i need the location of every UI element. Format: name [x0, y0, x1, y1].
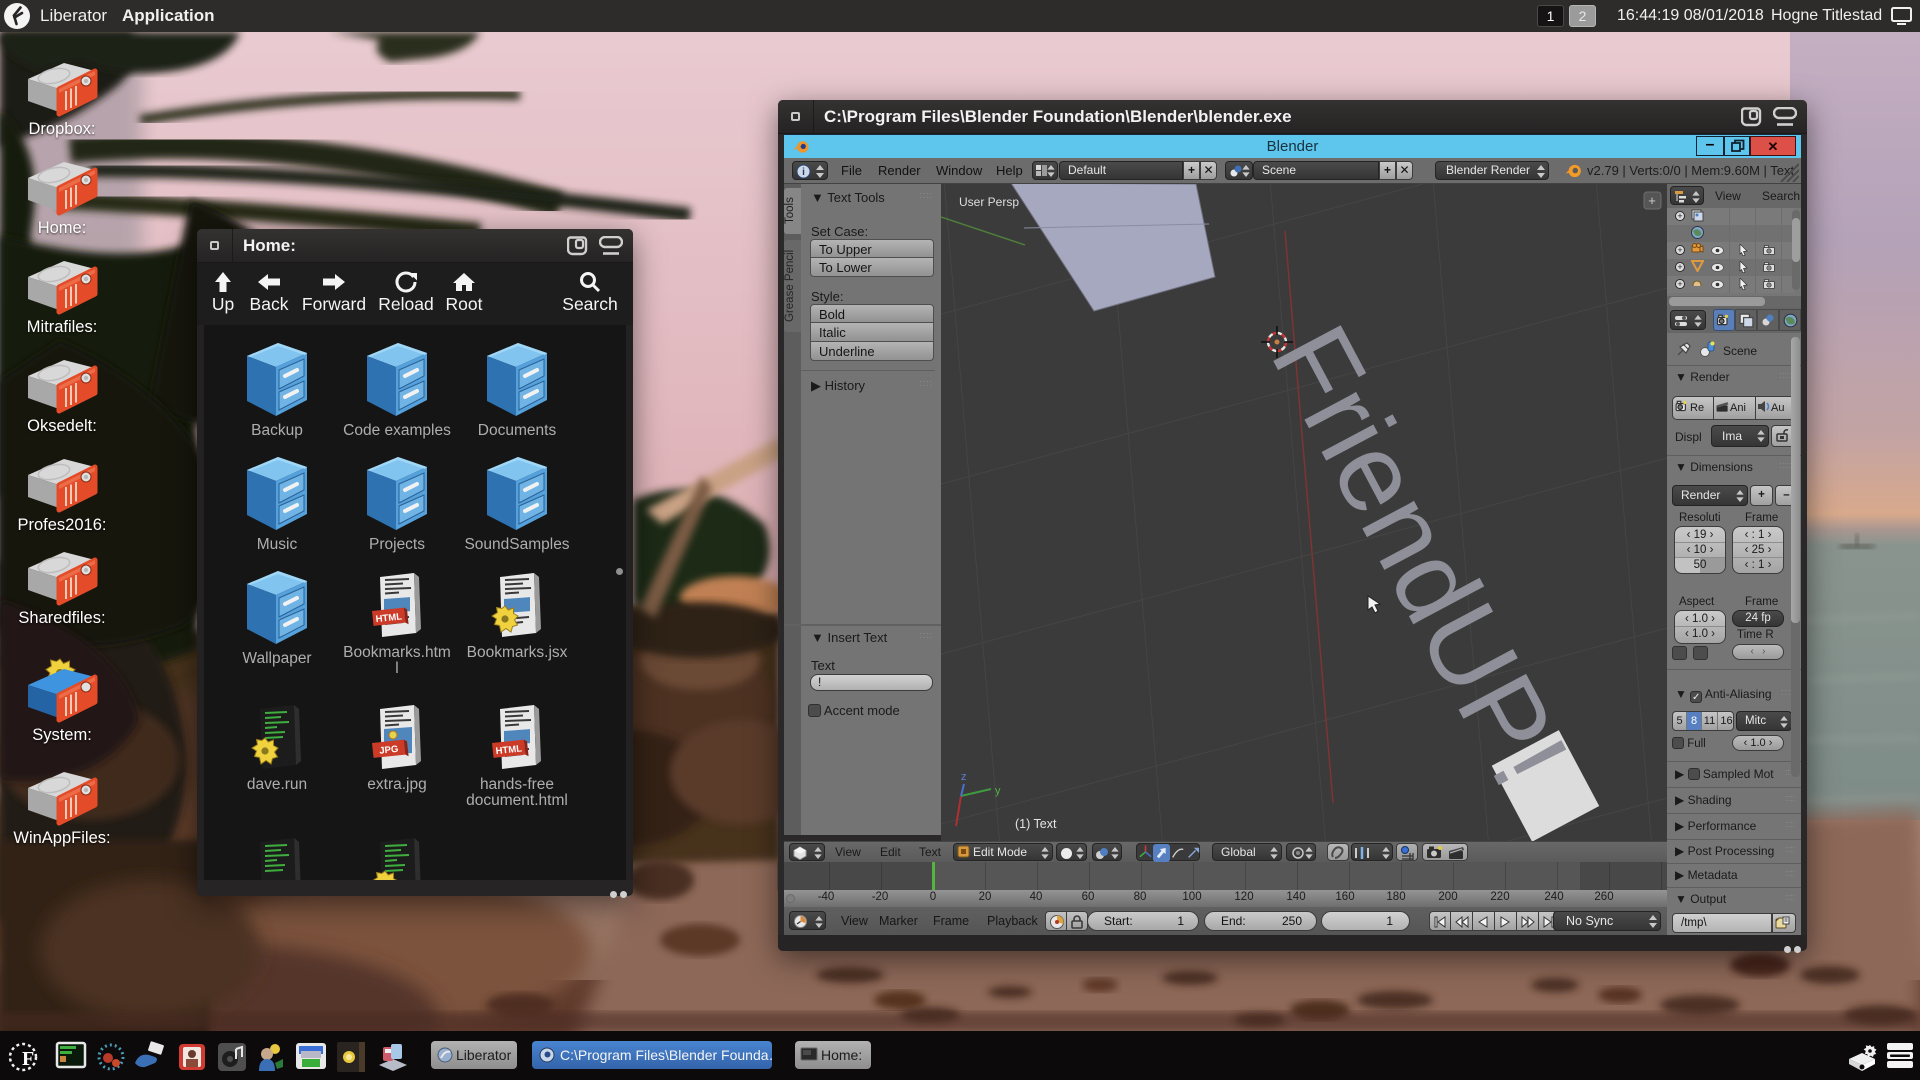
svg-text:+: + [1648, 193, 1656, 208]
svg-text:i: i [802, 167, 805, 178]
svg-text:y: y [995, 785, 1001, 797]
svg-text:(1) Text: (1) Text [1015, 817, 1057, 831]
svg-text:JPG: JPG [379, 744, 399, 757]
svg-text:User Persp: User Persp [959, 195, 1019, 209]
svg-text:z: z [961, 771, 967, 783]
svg-text:F: F [22, 1048, 34, 1070]
